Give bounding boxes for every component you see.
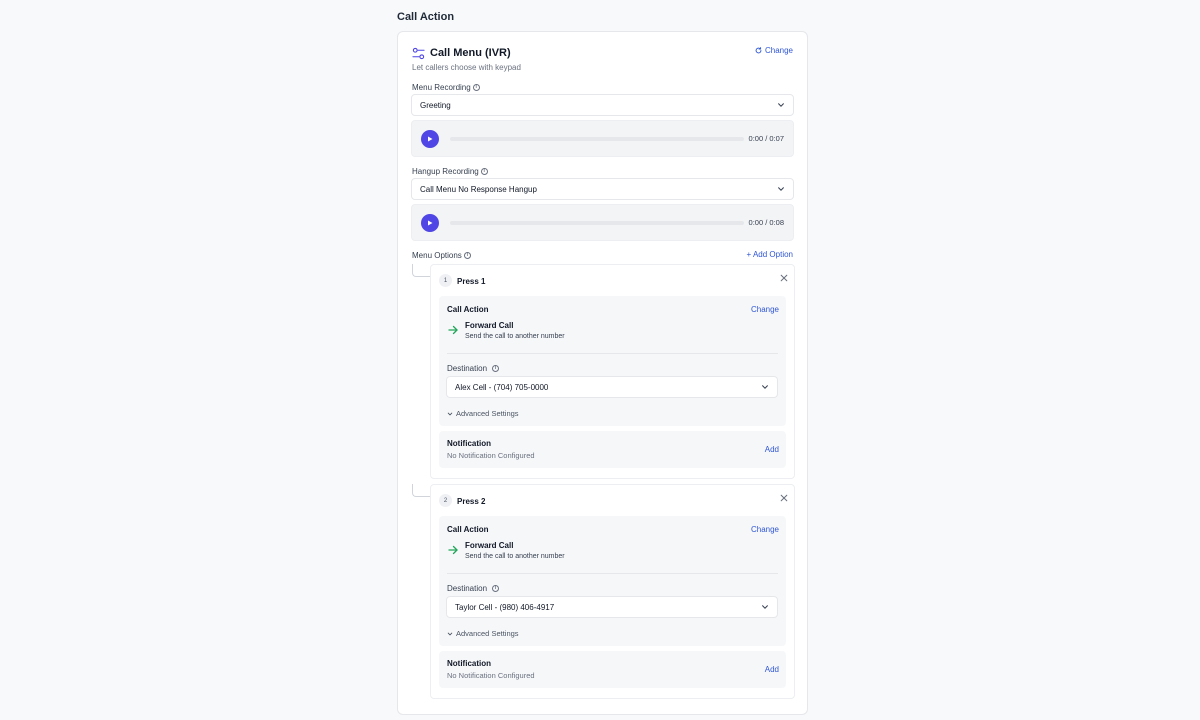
option-title: Press 2 [457, 497, 486, 506]
menu-recording-label: Menu Recording i [412, 83, 480, 92]
chevron-down-icon [762, 605, 768, 609]
arrow-right-icon [448, 545, 458, 555]
close-icon[interactable] [780, 494, 788, 502]
change-call-action-button[interactable]: Change [755, 46, 793, 55]
info-icon[interactable]: i [492, 365, 500, 372]
info-icon[interactable]: i [463, 252, 471, 259]
call-action-label: Call Action [447, 525, 489, 534]
destination-value: Taylor Cell - (980) 406-4917 [455, 602, 555, 612]
chevron-down-icon [447, 632, 453, 635]
advanced-settings-label: Advanced Settings [456, 409, 519, 418]
sliders-icon [412, 47, 425, 60]
notification-status: No Notification Configured [447, 451, 535, 460]
option-number-badge: 1 [439, 274, 452, 287]
card-title: Call Menu (IVR) [430, 47, 511, 59]
menu-recording-player: 0:00 / 0:07 [411, 120, 794, 157]
arrow-right-icon [448, 325, 458, 335]
call-menu-card: Call Menu (IVR) Let callers choose with … [397, 31, 808, 715]
advanced-settings-label: Advanced Settings [456, 629, 519, 638]
option-connector [412, 484, 430, 497]
refresh-icon [755, 47, 762, 54]
notification-status: No Notification Configured [447, 671, 535, 680]
audio-time: 0:00 / 0:08 [748, 218, 784, 227]
divider [447, 353, 778, 354]
notification-panel: Notification No Notification Configured … [439, 431, 786, 468]
call-action-panel: Call Action Change Forward Call Send the… [439, 516, 786, 646]
option-number-badge: 2 [439, 494, 452, 507]
change-button[interactable]: Change [751, 525, 779, 534]
menu-option-card: 1 Press 1 Call Action Change Forward Cal… [430, 264, 795, 479]
add-option-button[interactable]: + Add Option [747, 250, 793, 259]
destination-label: Destination i [447, 584, 500, 593]
add-notification-button[interactable]: Add [765, 445, 779, 454]
audio-progress-track[interactable] [450, 136, 744, 141]
change-button[interactable]: Change [751, 305, 779, 314]
call-action-panel: Call Action Change Forward Call Send the… [439, 296, 786, 426]
destination-value: Alex Cell - (704) 705-0000 [455, 382, 549, 392]
chevron-down-icon [778, 187, 784, 191]
destination-select[interactable]: Taylor Cell - (980) 406-4917 [446, 596, 778, 618]
option-connector [412, 264, 430, 277]
menu-recording-value: Greeting [420, 100, 451, 110]
advanced-settings-toggle[interactable]: Advanced Settings [447, 629, 519, 638]
play-icon [428, 220, 433, 225]
close-icon[interactable] [780, 274, 788, 282]
hangup-recording-value: Call Menu No Response Hangup [420, 184, 537, 194]
notification-title: Notification [447, 439, 491, 448]
hangup-recording-select[interactable]: Call Menu No Response Hangup [411, 178, 794, 200]
play-button[interactable] [421, 213, 439, 232]
hangup-recording-label: Hangup Recording i [412, 167, 488, 176]
destination-select[interactable]: Alex Cell - (704) 705-0000 [446, 376, 778, 398]
menu-option-card: 2 Press 2 Call Action Change Forward Cal… [430, 484, 795, 699]
menu-options-label: Menu Options i [412, 251, 471, 260]
destination-label-text: Destination [447, 364, 488, 373]
change-label: Change [764, 46, 793, 55]
forward-call-title: Forward Call [465, 321, 514, 330]
audio-time: 0:00 / 0:07 [748, 134, 784, 143]
notification-panel: Notification No Notification Configured … [439, 651, 786, 688]
option-title: Press 1 [457, 277, 486, 286]
menu-recording-label-text: Menu Recording [412, 83, 471, 92]
call-action-label: Call Action [447, 305, 489, 314]
destination-label-text: Destination [447, 584, 488, 593]
chevron-down-icon [778, 103, 784, 107]
section-title: Call Action [397, 11, 455, 23]
chevron-down-icon [762, 385, 768, 389]
audio-progress-track[interactable] [450, 220, 744, 225]
forward-call-title: Forward Call [465, 541, 514, 550]
menu-options-label-text: Menu Options [412, 251, 462, 260]
info-icon[interactable]: i [480, 168, 488, 175]
forward-call-subtitle: Send the call to another number [465, 553, 565, 560]
forward-call-subtitle: Send the call to another number [465, 333, 565, 340]
chevron-down-icon [447, 412, 453, 415]
divider [447, 573, 778, 574]
hangup-recording-player: 0:00 / 0:08 [411, 204, 794, 241]
advanced-settings-toggle[interactable]: Advanced Settings [447, 409, 519, 418]
card-subtitle: Let callers choose with keypad [412, 63, 521, 72]
menu-recording-select[interactable]: Greeting [411, 94, 794, 116]
play-icon [428, 136, 433, 141]
play-button[interactable] [421, 129, 439, 148]
destination-label: Destination i [447, 364, 500, 373]
add-notification-button[interactable]: Add [765, 665, 779, 674]
hangup-recording-label-text: Hangup Recording [412, 167, 479, 176]
notification-title: Notification [447, 659, 491, 668]
info-icon[interactable]: i [492, 585, 500, 592]
info-icon[interactable]: i [472, 84, 480, 91]
